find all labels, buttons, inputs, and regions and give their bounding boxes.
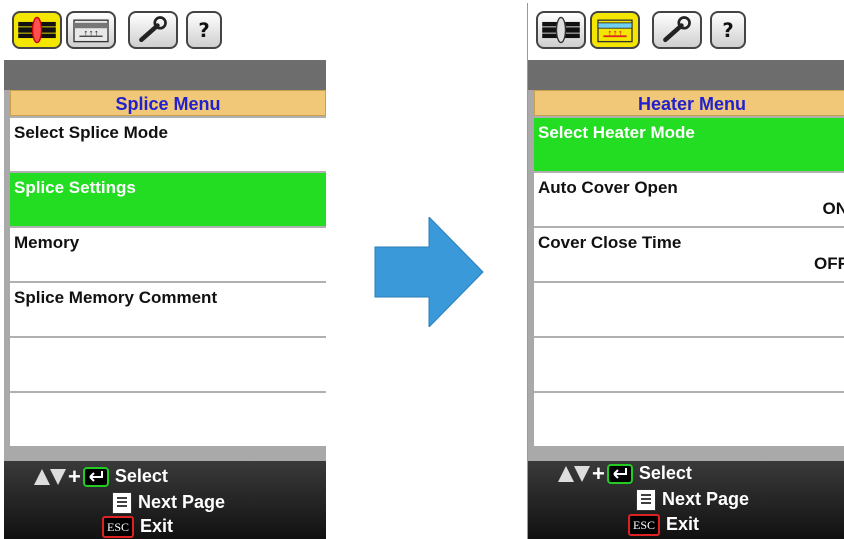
tab-settings[interactable]	[128, 11, 178, 49]
menu-item-auto-cover-open[interactable]: Auto Cover Open ON	[534, 171, 844, 226]
menu-item-memory[interactable]: Memory	[10, 226, 326, 281]
enter-key-icon	[606, 464, 633, 485]
hint-next-page: Next Page	[636, 487, 750, 512]
hint-select: + Select	[558, 461, 692, 487]
tab-settings[interactable]	[652, 11, 702, 49]
next-page-icon	[112, 492, 132, 515]
menu-item-empty	[534, 336, 844, 391]
menu-item-value: ON	[822, 199, 844, 218]
tab-heater[interactable]: ↑↑↑	[66, 11, 116, 49]
splice-icon	[542, 16, 580, 44]
splice-icon	[18, 16, 56, 44]
svg-text:↑↑↑: ↑↑↑	[83, 30, 99, 37]
tab-heater[interactable]: ↑↑↑	[590, 11, 640, 49]
next-page-label: Next Page	[662, 489, 750, 509]
next-page-label: Next Page	[138, 492, 226, 512]
key-hint-footer: + Select Next Page ESC Exit	[528, 461, 844, 539]
down-arrow-icon	[574, 466, 590, 483]
hint-exit: ESC Exit	[628, 512, 700, 537]
menu-item-label: Memory	[14, 233, 80, 252]
help-icon: ?	[198, 19, 209, 42]
plus-sign: +	[592, 461, 605, 487]
select-label: Select	[638, 463, 692, 483]
menu-title: Heater Menu	[534, 90, 844, 116]
help-icon: ?	[722, 19, 733, 42]
exit-label: Exit	[140, 516, 174, 536]
esc-key-icon: ESC	[628, 514, 660, 537]
menu-item-label: Select Splice Mode	[14, 123, 168, 142]
tab-splice[interactable]	[12, 11, 62, 49]
tab-bar: ↑↑↑ ?	[528, 3, 844, 60]
menu-item-splice-memory-comment[interactable]: Splice Memory Comment	[10, 281, 326, 336]
svg-text:?: ?	[722, 19, 733, 42]
menu-item-label: Auto Cover Open	[538, 178, 678, 197]
menu-item-select-splice-mode[interactable]: Select Splice Mode	[10, 116, 326, 171]
menu-item-empty	[10, 336, 326, 391]
tab-strip	[528, 60, 844, 90]
menu-item-label: Select Heater Mode	[538, 123, 695, 142]
transition-arrow-icon	[374, 217, 484, 327]
tab-bar: ↑↑↑ ?	[4, 3, 326, 60]
tab-help[interactable]: ?	[710, 11, 746, 49]
menu-title: Splice Menu	[10, 90, 326, 116]
menu-item-label: Splice Memory Comment	[14, 288, 218, 307]
menu-item-splice-settings[interactable]: Splice Settings	[10, 171, 326, 226]
heater-icon: ↑↑↑	[597, 19, 633, 43]
wrench-icon	[139, 16, 167, 43]
tab-help[interactable]: ?	[186, 11, 222, 49]
hint-next-page: Next Page	[112, 490, 226, 515]
key-hint-footer: + Select Next Page ESC Exit	[4, 461, 326, 539]
svg-text:?: ?	[198, 19, 209, 42]
plus-sign: +	[68, 464, 81, 490]
esc-key-icon: ESC	[102, 516, 134, 539]
enter-key-icon	[82, 467, 109, 488]
up-arrow-icon	[34, 469, 50, 486]
next-page-icon	[636, 489, 656, 512]
exit-label: Exit	[666, 514, 700, 534]
menu-item-empty	[534, 281, 844, 336]
menu-item-label: Cover Close Time	[538, 233, 682, 252]
menu-item-empty	[10, 391, 326, 446]
tab-strip	[4, 60, 326, 90]
menu-list: Select Splice Mode Splice Settings Memor…	[10, 116, 326, 446]
menu-item-select-heater-mode[interactable]: Select Heater Mode	[534, 116, 844, 171]
heater-menu-screen: ↑↑↑ ? Heater Menu Select Heater Mode Aut…	[527, 3, 844, 539]
tab-splice[interactable]	[536, 11, 586, 49]
menu-item-label: Splice Settings	[14, 178, 136, 197]
menu-item-empty	[534, 391, 844, 446]
menu-item-cover-close-time[interactable]: Cover Close Time OFF	[534, 226, 844, 281]
menu-item-value: OFF	[814, 254, 844, 273]
heater-icon: ↑↑↑	[73, 19, 109, 43]
hint-select: + Select	[34, 464, 168, 490]
select-label: Select	[114, 466, 168, 486]
hint-exit: ESC Exit	[102, 514, 174, 539]
splice-menu-screen: ↑↑↑ ? Splice Menu Select Splice Mode Spl…	[4, 3, 326, 539]
up-arrow-icon	[558, 466, 574, 483]
menu-list: Select Heater Mode Auto Cover Open ON Cov…	[534, 116, 844, 446]
down-arrow-icon	[50, 469, 66, 486]
wrench-icon	[663, 16, 691, 43]
svg-text:↑↑↑: ↑↑↑	[607, 30, 623, 37]
